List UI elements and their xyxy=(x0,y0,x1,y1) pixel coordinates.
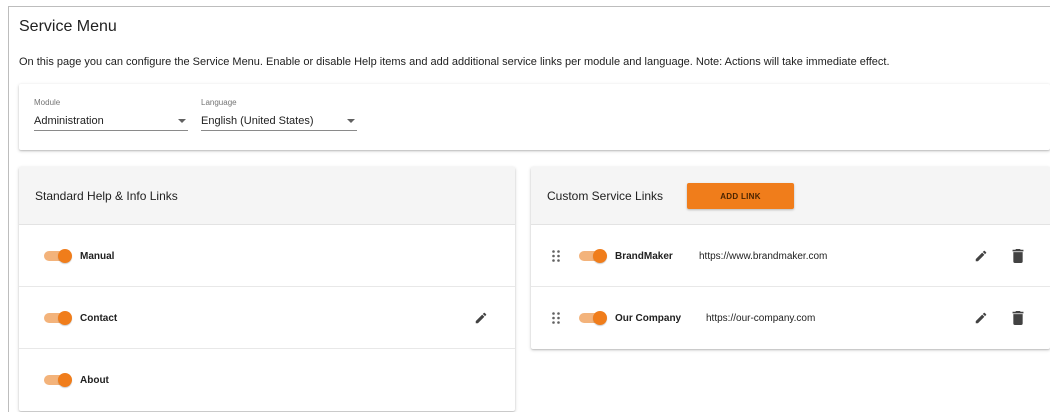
about-toggle[interactable] xyxy=(44,373,72,387)
list-item-about: About xyxy=(19,349,515,411)
item-label: About xyxy=(80,375,109,386)
delete-icon[interactable] xyxy=(1012,249,1024,263)
toggle-thumb xyxy=(58,311,72,325)
link-name: Our Company xyxy=(615,313,682,324)
module-select[interactable]: Module Administration xyxy=(34,98,188,131)
edit-icon[interactable] xyxy=(974,311,988,325)
item-label: Manual xyxy=(80,251,115,262)
language-field[interactable]: English (United States) xyxy=(201,111,357,131)
manual-toggle[interactable] xyxy=(44,249,72,263)
module-value: Administration xyxy=(34,115,104,127)
list-item-contact: Contact xyxy=(19,287,515,349)
item-label: Contact xyxy=(80,313,118,324)
edit-icon[interactable] xyxy=(474,311,488,325)
custom-links-header: Custom Service Links ADD LINK xyxy=(531,167,1050,225)
module-label: Module xyxy=(34,98,61,107)
contact-toggle[interactable] xyxy=(44,311,72,325)
page-description: On this page you can configure the Servi… xyxy=(19,56,890,68)
module-field[interactable]: Administration xyxy=(34,111,188,131)
list-item-brandmaker: BrandMaker https://www.brandmaker.com xyxy=(531,225,1050,287)
filter-card: Module Administration Language English (… xyxy=(19,84,1050,150)
standard-links-header: Standard Help & Info Links xyxy=(19,167,515,225)
page-title: Service Menu xyxy=(19,18,117,35)
toggle-thumb xyxy=(593,311,607,325)
language-label: Language xyxy=(201,98,237,107)
drag-handle-icon[interactable] xyxy=(552,250,560,262)
toggle-thumb xyxy=(58,373,72,387)
drag-handle-icon[interactable] xyxy=(552,312,560,324)
dropdown-arrow-icon[interactable] xyxy=(347,119,355,123)
link-name: BrandMaker xyxy=(615,251,673,262)
list-item-manual: Manual xyxy=(19,225,515,287)
toggle-thumb xyxy=(58,249,72,263)
brandmaker-toggle[interactable] xyxy=(579,249,607,263)
custom-links-title: Custom Service Links xyxy=(547,189,664,203)
delete-icon[interactable] xyxy=(1012,311,1024,325)
language-select[interactable]: Language English (United States) xyxy=(201,98,357,131)
link-url: https://www.brandmaker.com xyxy=(699,251,828,262)
toggle-thumb xyxy=(593,249,607,263)
standard-links-panel: Standard Help & Info Links Manual Contac… xyxy=(19,167,515,411)
standard-links-title: Standard Help & Info Links xyxy=(35,189,178,203)
dropdown-arrow-icon[interactable] xyxy=(178,119,186,123)
our-company-toggle[interactable] xyxy=(579,311,607,325)
add-link-button[interactable]: ADD LINK xyxy=(687,183,794,209)
list-item-our-company: Our Company https://our-company.com xyxy=(531,287,1050,349)
link-url: https://our-company.com xyxy=(706,313,816,324)
edit-icon[interactable] xyxy=(974,249,988,263)
custom-links-panel: Custom Service Links ADD LINK BrandMaker… xyxy=(531,167,1050,349)
language-value: English (United States) xyxy=(201,115,314,127)
